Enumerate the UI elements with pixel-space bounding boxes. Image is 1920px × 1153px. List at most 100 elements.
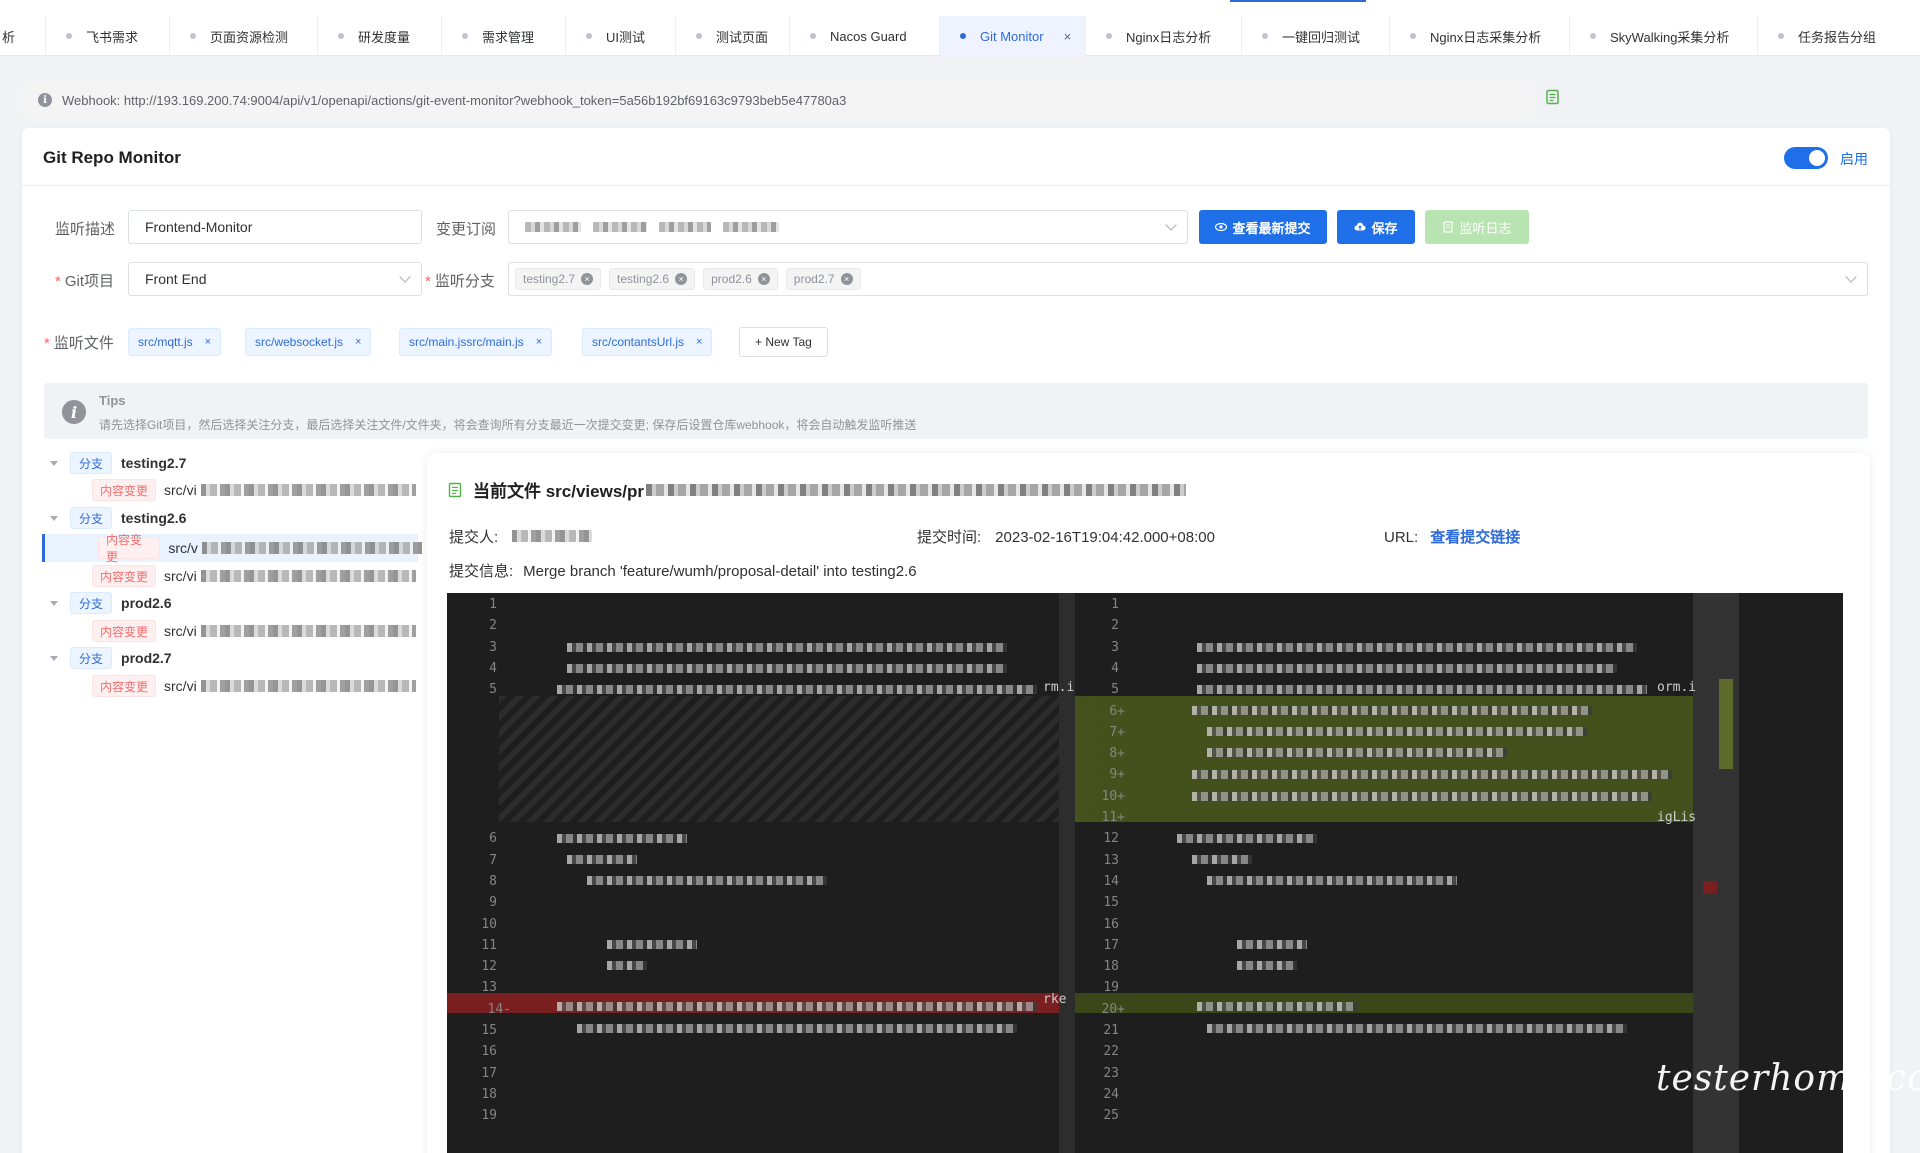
commit-message: 提交信息: Merge branch 'feature/wumh/proposal… [449,560,917,581]
tab-page-resource[interactable]: 页面资源检测 [170,16,318,56]
close-icon[interactable]: × [757,273,770,285]
commit-url: URL: 查看提交链接 [1384,526,1520,547]
tab-requirements[interactable]: 需求管理 [442,16,566,56]
branch-tag: prod2.7 × [785,268,861,290]
close-icon[interactable]: × [355,336,361,348]
tree-branch-node[interactable]: 分支 prod2.7 [50,645,172,671]
line-number: 4 [489,660,497,676]
line-number: 18 [1103,959,1119,975]
caret-down-icon[interactable] [50,515,58,521]
button-label: 查看最新提交 [1232,220,1311,236]
tab-dot-icon [810,33,816,39]
commit-time-value: 2023-02-16T19:04:42.000+08:00 [995,529,1215,546]
tab-label: SkyWalking采集分析 [1610,29,1730,45]
tab-git-monitor[interactable]: Git Monitor × [940,16,1086,56]
line-number: 6 [489,831,497,847]
caret-down-icon[interactable] [50,600,58,606]
tree-file-node-selected[interactable]: 内容变更 src/v [98,533,422,564]
tab-skywalking[interactable]: SkyWalking采集分析 [1570,16,1758,56]
tree-branch-node[interactable]: 分支 prod2.6 [50,590,172,616]
tab-regression[interactable]: 一键回归测试 [1242,16,1390,56]
tree-file-node[interactable]: 内容变更 src/vi [92,477,416,503]
close-icon[interactable]: × [581,273,594,285]
card-header: Git Repo Monitor 启用 [22,128,1890,186]
close-icon[interactable]: × [205,336,211,348]
tab-nginx-collect[interactable]: Nginx日志采集分析 [1390,16,1570,56]
commit-url-link[interactable]: 查看提交链接 [1430,529,1520,546]
committer-label: 提交人: [449,529,499,546]
tab-label: 飞书需求 [86,29,139,45]
subscribe-select[interactable] [508,210,1188,244]
line-number: 11 [481,937,497,953]
webhook-text: Webhook: http://193.169.200.74:9004/api/… [62,92,847,108]
desc-input[interactable]: Frontend-Monitor [128,210,422,244]
diff-placeholder-hatch [499,696,1097,822]
close-icon[interactable]: × [696,336,702,348]
diff-panel: 当前文件 src/views/pr 提交人: 提交时间: 2023-02-16T1… [427,453,1870,1153]
close-icon[interactable]: × [840,273,853,285]
tab-partial[interactable]: 析 [0,16,46,56]
tree-branch-name: testing2.7 [121,455,187,471]
code-line-blurred [1237,961,1297,970]
tab-nacos-guard[interactable]: Nacos Guard [790,16,940,56]
tab-test-page[interactable]: 测试页面 [676,16,790,56]
code-line-blurred [607,940,697,949]
button-label: 保存 [1371,220,1398,236]
code-line-blurred [567,664,1007,673]
file-label: * 监听文件 [44,332,114,353]
enable-switch[interactable] [1784,147,1828,169]
subscribe-label: 变更订阅 [436,221,497,238]
tree-file-node[interactable]: 内容变更 src/vi [92,673,416,699]
branch-select[interactable]: testing2.7 × testing2.6 × prod2.6 × prod2.7… [508,262,1868,296]
line-number: 6+ [1109,703,1125,719]
diff-editor[interactable]: 1 2 3 4 5 6 7 8 9 10 11 12 13 14- 15 16 17 18 19 1 2 3 4 5 6+ 7+… [447,593,1843,1153]
tree-file-node[interactable]: 内容变更 src/vi [92,618,416,644]
diff-added-line [1075,993,1703,1013]
line-number: 5 [1111,682,1119,698]
line-number: 24 [1103,1086,1119,1102]
tab-nginx-log[interactable]: Nginx日志分析 [1086,16,1242,56]
branch-tag: testing2.7 × [515,268,602,290]
chevron-down-icon [1845,271,1857,283]
close-icon[interactable]: × [536,336,542,348]
line-number: 11+ [1101,810,1125,825]
tips-alert: i Tips 请先选择Git项目，然后选择关注分支，最后选择关注文件/文件夹，将… [44,383,1868,439]
required-mark: * [425,273,431,290]
file-path-blurred [200,625,416,637]
tab-ui-test[interactable]: UI测试 [566,16,676,56]
monitor-log-button[interactable]: 监听日志 [1425,210,1529,244]
tree-file-node[interactable]: 内容变更 src/vi [92,563,416,589]
tab-label: 需求管理 [482,29,535,45]
tree-file-path: src/vi [164,623,197,639]
eye-icon [1215,222,1228,232]
subscriber-blurred [723,222,779,232]
line-number: 8 [489,873,497,889]
caret-down-icon[interactable] [50,460,58,466]
commit-time: 提交时间: 2023-02-16T19:04:42.000+08:00 [917,526,1215,547]
tips-text: 请先选择Git项目，然后选择关注分支，最后选择关注文件/文件夹，将会查询所有分支… [99,418,917,432]
file-tag: src/mqtt.js × [128,328,222,356]
tab-feishu[interactable]: 飞书需求 [46,16,170,56]
line-number: 19 [1103,980,1119,996]
save-button[interactable]: 保存 [1337,210,1415,244]
code-line-blurred [1197,1002,1357,1011]
copy-icon[interactable] [1544,89,1562,107]
line-number: 7+ [1109,724,1125,740]
tree-branch-name: prod2.7 [121,650,172,666]
caret-down-icon[interactable] [50,655,58,661]
file-path-blurred [200,570,416,582]
line-number: 22 [1103,1044,1119,1060]
code-line-blurred [567,855,637,864]
view-latest-commit-button[interactable]: 查看最新提交 [1199,210,1327,244]
file-tag-label: src/main.jssrc/main.js [409,335,524,349]
tab-dev-metrics[interactable]: 研发度量 [318,16,442,56]
code-line-blurred [1192,792,1652,801]
tree-branch-node[interactable]: 分支 testing2.6 [50,505,186,531]
tree-branch-node[interactable]: 分支 testing2.7 [50,450,186,476]
line-number: 9 [489,895,497,911]
close-icon[interactable]: × [675,273,688,285]
tab-task-report[interactable]: 任务报告分组 [1758,16,1900,56]
new-tag-button[interactable]: + New Tag [739,327,828,357]
project-select[interactable]: Front End [128,262,422,296]
close-icon[interactable]: × [1064,29,1072,44]
